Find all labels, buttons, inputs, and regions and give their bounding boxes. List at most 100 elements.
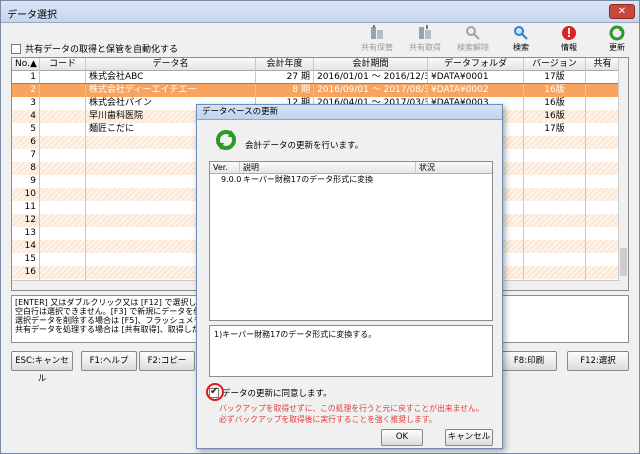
toolbar: 共有保管 共有取得 検索解除 検索 情報 更新 [353,25,640,55]
cell-version [524,266,586,279]
cell-shared [586,240,620,253]
cell-folder: ¥DATA¥0001 [428,71,524,84]
cell-period: 2016/09/01 ～ 2017/08/31 [314,84,428,97]
cell-no: 4 [12,110,40,123]
cell-code [40,71,86,84]
cell-code [40,227,86,240]
search-clear-icon [466,26,480,40]
warning-line: バックアップを取得せずに、この処理を行うと元に戻すことが出来ません。 [219,404,484,413]
cell-code [40,84,86,97]
version-table-header: Ver. 説明 状況 [210,162,492,174]
dialog-cancel-button[interactable]: キャンセル [445,429,493,446]
cell-no: 10 [12,188,40,201]
cell-code [40,253,86,266]
cell-no: 12 [12,214,40,227]
cell-shared [586,84,620,97]
cell-shared [586,188,620,201]
scroll-thumb[interactable] [620,248,627,276]
cell-fiscal-year: 27 期 [256,71,314,84]
auto-share-checkbox[interactable]: 共有データの取得と保管を自動化する [11,42,178,55]
cell-folder: ¥DATA¥0002 [428,84,524,97]
cell-version [524,227,586,240]
cell-no: 9 [12,175,40,188]
cell-version: 16版 [524,84,586,97]
info-button[interactable]: 情報 [545,25,593,55]
cell-no: 3 [12,97,40,110]
cell-fiscal-year: 8 期 [256,84,314,97]
cell-code [40,136,86,149]
cell-version [524,149,586,162]
cell-period: 2016/01/01 ～ 2016/12/31 [314,71,428,84]
col-header-fiscal-year[interactable]: 会計年度 [256,58,314,71]
cell-shared [586,227,620,240]
cell-version [524,201,586,214]
col-header-folder[interactable]: データフォルダ [428,58,524,71]
cell-no: 15 [12,253,40,266]
f12-select-button[interactable]: F12:選択 [567,351,629,371]
col-header-code[interactable]: コード [40,58,86,71]
cell-no: 5 [12,123,40,136]
cell-code [40,188,86,201]
cell-version [524,240,586,253]
cell-shared [586,149,620,162]
agree-checkbox[interactable]: データの更新に同意します。 [206,383,332,401]
cell-code [40,214,86,227]
col-header-period[interactable]: 会計期間 [314,58,428,71]
col-description: 説明 [240,162,416,173]
f8-print-button[interactable]: F8:印刷 [501,351,557,371]
col-header-no[interactable]: No.▲ [12,58,40,71]
cell-data-name: 株式会社ディーエイチエー [86,84,256,97]
cell-shared [586,136,620,149]
version-description: キーパー財務17のデータ形式に変換 [243,175,374,184]
backup-warning: バックアップを取得せずに、この処理を行うと元に戻すことが出来ません。 必ずバック… [219,403,484,425]
cell-code [40,240,86,253]
share-get-button[interactable]: 共有取得 [401,25,449,55]
cell-version [524,136,586,149]
window-title: データ選択 [7,10,57,21]
cell-no: 16 [12,266,40,279]
cell-shared [586,110,620,123]
cell-version [524,175,586,188]
col-header-shared[interactable]: 共有 [586,58,620,71]
ok-button[interactable]: OK [381,429,423,446]
cell-code [40,175,86,188]
cell-data-name: 株式会社ABC [86,71,256,84]
f1-help-button[interactable]: F1:ヘルプ [81,351,137,371]
version-row[interactable]: 9.0.0 キーパー財務17のデータ形式に変換 [210,174,492,186]
cell-shared [586,253,620,266]
database-refresh-icon [216,130,236,150]
table-row[interactable]: 1 株式会社ABC 27 期 2016/01/01 ～ 2016/12/31 ¥DATA… [12,71,620,84]
f2-copy-button[interactable]: F2:コピー [139,351,195,371]
cell-shared [586,266,620,279]
cell-code [40,162,86,175]
col-status: 状況 [419,163,435,172]
cell-no: 7 [12,149,40,162]
search-clear-label: 検索解除 [457,43,489,52]
cell-code [40,110,86,123]
vertical-scrollbar[interactable] [618,58,628,290]
col-header-version[interactable]: バージョン [524,58,586,71]
cell-code [40,123,86,136]
cell-version [524,162,586,175]
auto-share-checkbox-box[interactable] [11,43,21,54]
cell-code [40,266,86,279]
share-get-label: 共有取得 [409,43,441,52]
col-header-data-name[interactable]: データ名 [86,58,256,71]
auto-share-label: 共有データの取得と保管を自動化する [25,45,179,55]
col-ver: Ver. [210,162,240,173]
cell-no: 11 [12,201,40,214]
search-label: 検索 [513,43,529,52]
table-row[interactable]: 2 株式会社ディーエイチエー 8 期 2016/09/01 ～ 2017/08/31 ¥… [12,83,621,98]
cell-code [40,97,86,110]
cell-no: 8 [12,162,40,175]
dialog-title: データベースの更新 [197,105,502,120]
close-button[interactable]: ✕ [609,4,635,19]
search-clear-button[interactable]: 検索解除 [449,25,497,55]
grid-header: No.▲ コード データ名 会計年度 会計期間 データフォルダ バージョン 共有 [12,58,620,71]
esc-cancel-button[interactable]: ESC:キャンセル [11,351,73,384]
search-button[interactable]: 検索 [497,25,545,55]
update-button[interactable]: 更新 [593,25,640,55]
cell-code [40,201,86,214]
title-bar: データ選択 ✕ [1,1,639,23]
share-save-button[interactable]: 共有保管 [353,25,401,55]
